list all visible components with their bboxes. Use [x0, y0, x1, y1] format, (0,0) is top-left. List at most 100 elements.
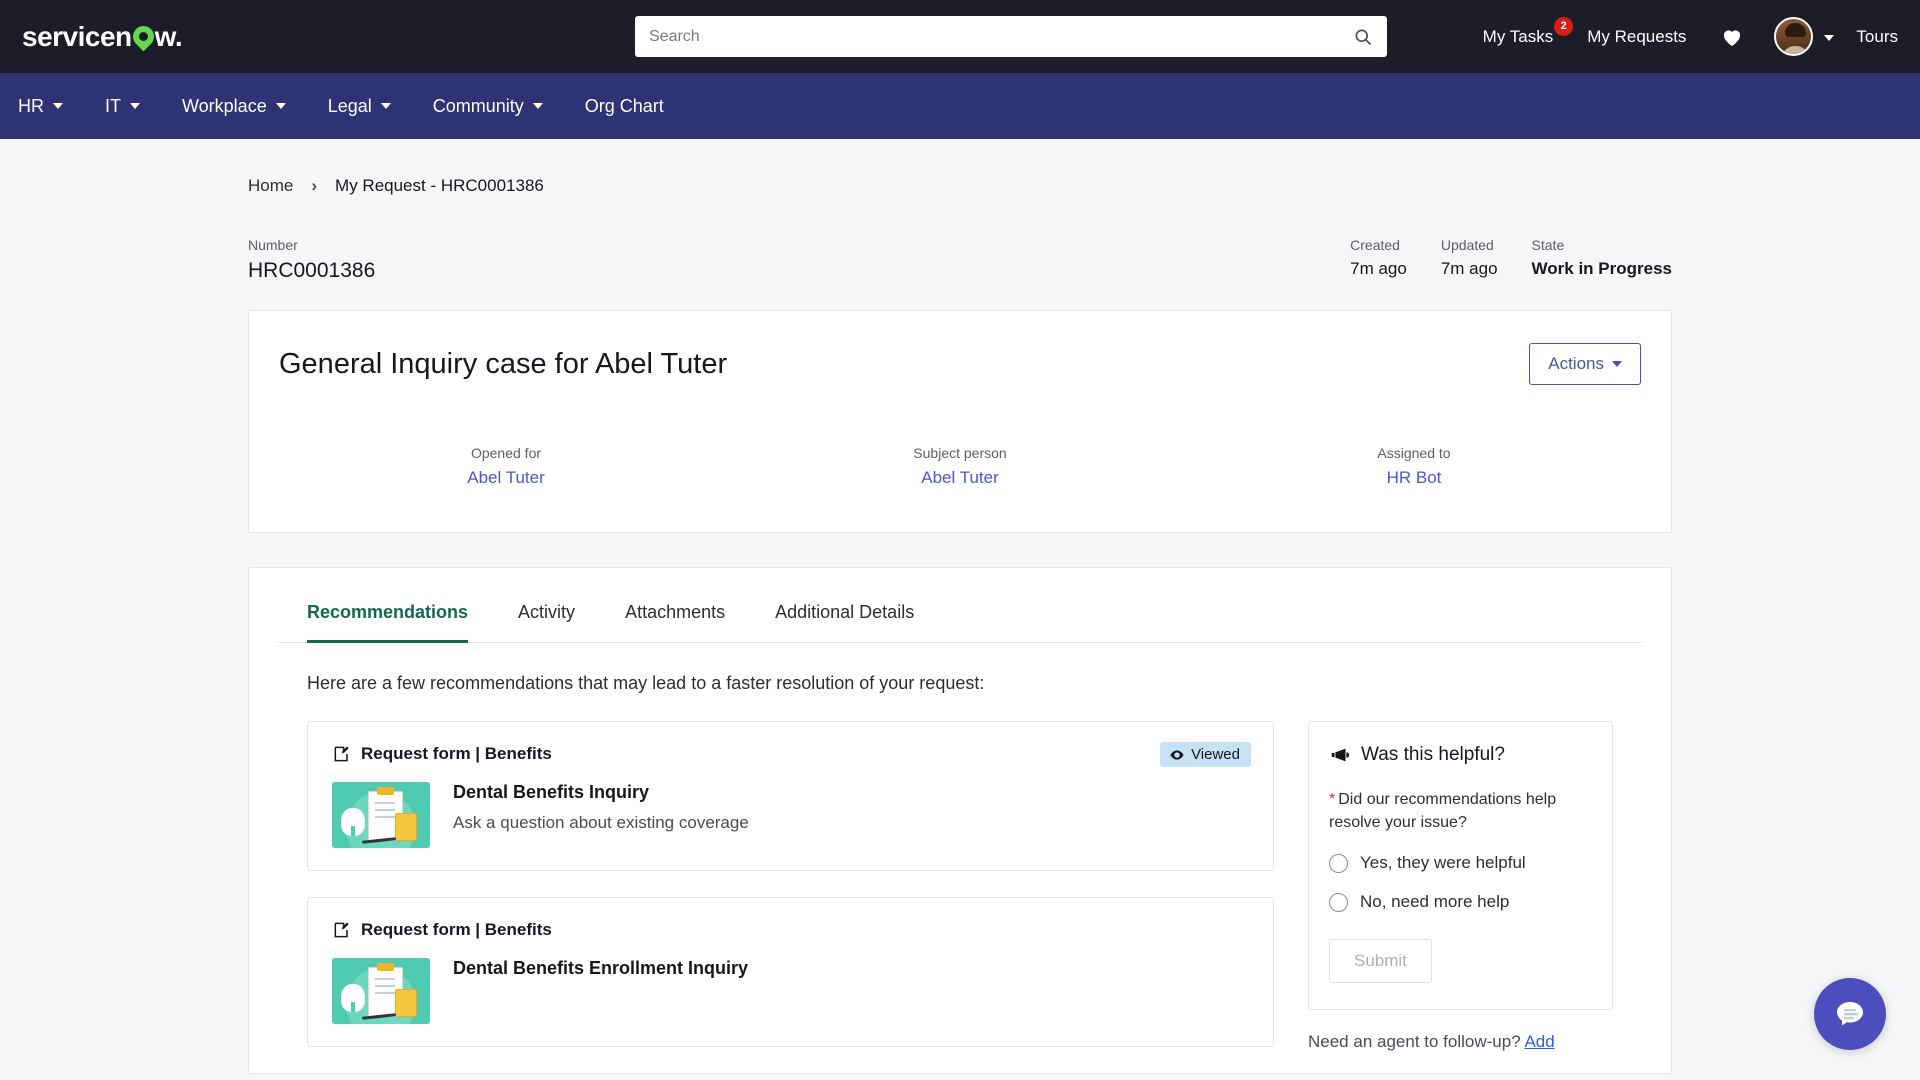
search-icon[interactable] — [1353, 27, 1373, 47]
radio-option-no[interactable]: No, need more help — [1329, 892, 1592, 912]
recommendations-list: Request form | Benefits Viewed Dental Be… — [307, 721, 1274, 1073]
page-body: Home › My Request - HRC0001386 Number HR… — [0, 139, 1920, 1074]
page-title: General Inquiry case for Abel Tuter — [279, 347, 728, 380]
rec-title[interactable]: Dental Benefits Enrollment Inquiry — [453, 958, 748, 979]
submit-button[interactable]: Submit — [1329, 939, 1432, 984]
chevron-down-icon — [1612, 361, 1622, 367]
tab-strip: Recommendations Activity Attachments Add… — [277, 568, 1643, 643]
dental-benefits-thumbnail — [332, 782, 430, 848]
case-title-row: General Inquiry case for Abel Tuter Acti… — [279, 343, 1641, 385]
nav-item-hr[interactable]: HR — [18, 96, 63, 117]
state-block: State Work in Progress — [1532, 237, 1672, 279]
radio-yes-icon[interactable] — [1329, 853, 1348, 873]
my-tasks-link[interactable]: My Tasks 2 — [1482, 16, 1574, 47]
rec-description: Ask a question about existing coverage — [453, 813, 749, 832]
my-requests-link[interactable]: My Requests — [1587, 27, 1686, 47]
radio-no-label: No, need more help — [1360, 892, 1510, 912]
helpful-column: Was this helpful? * Did our recommendatio… — [1308, 721, 1613, 1073]
header-right-group: My Tasks 2 My Requests Tours — [1483, 0, 1898, 73]
viewed-label: Viewed — [1191, 746, 1240, 763]
top-header: servicenw. My Tasks 2 My Requests Tours — [0, 0, 1920, 73]
search-input[interactable] — [649, 27, 1353, 46]
my-requests-label: My Requests — [1587, 26, 1687, 46]
chevron-down-icon — [275, 103, 286, 109]
subject-person-field: Subject person Abel Tuter — [733, 445, 1187, 488]
dental-benefits-thumbnail — [332, 958, 430, 1024]
tab-activity[interactable]: Activity — [518, 569, 575, 643]
updated-block: Updated 7m ago — [1441, 237, 1498, 279]
record-meta-row: Number HRC0001386 Created 7m ago Updated… — [0, 196, 1920, 283]
opened-for-value[interactable]: Abel Tuter — [279, 468, 733, 488]
chevron-down-icon — [380, 103, 391, 109]
recommendations-intro: Here are a few recommendations that may … — [307, 673, 985, 693]
my-tasks-label: My Tasks — [1482, 26, 1554, 46]
request-form-icon — [334, 746, 349, 762]
primary-nav: HR IT Workplace Legal Community Org Char… — [0, 73, 1920, 139]
assigned-to-value[interactable]: HR Bot — [1187, 468, 1641, 488]
nav-item-org-chart[interactable]: Org Chart — [585, 96, 664, 117]
breadcrumb: Home › My Request - HRC0001386 — [0, 139, 1920, 196]
nav-item-workplace[interactable]: Workplace — [182, 96, 286, 117]
followup-text: Need an agent to follow-up? — [1308, 1032, 1521, 1052]
nav-item-label: HR — [18, 95, 44, 116]
helpful-question-text: Did our recommendations help resolve you… — [1329, 791, 1557, 832]
subject-person-label: Subject person — [913, 445, 1007, 461]
radio-yes-label: Yes, they were helpful — [1360, 853, 1526, 873]
rec-kicker-row: Request form | Benefits — [332, 744, 1249, 764]
nav-item-it[interactable]: IT — [105, 96, 140, 117]
rec-kicker-label: Request form | Benefits — [361, 744, 552, 763]
servicenow-logo[interactable]: servicen w. — [22, 20, 183, 53]
recommendations-layout: Request form | Benefits Viewed Dental Be… — [307, 721, 1613, 1073]
required-marker: * — [1329, 791, 1336, 808]
status-badge: Viewed — [1160, 742, 1251, 767]
case-people-row: Opened for Abel Tuter Subject person Abe… — [279, 445, 1641, 488]
radio-no-icon[interactable] — [1329, 892, 1348, 912]
rec-content: Dental Benefits Inquiry Ask a question a… — [332, 782, 1249, 848]
chevron-down-icon — [532, 103, 543, 109]
search-box[interactable] — [635, 16, 1387, 57]
my-tasks-badge: 2 — [1554, 16, 1574, 36]
actions-button[interactable]: Actions — [1529, 343, 1641, 385]
list-item[interactable]: Request form | Benefits Viewed Dental Be… — [307, 721, 1274, 871]
chevron-down-icon — [130, 103, 140, 109]
subject-person-value[interactable]: Abel Tuter — [733, 468, 1187, 488]
helpful-title-label: Was this helpful? — [1361, 744, 1505, 765]
radio-option-yes[interactable]: Yes, they were helpful — [1329, 853, 1592, 873]
nav-item-community[interactable]: Community — [433, 96, 543, 117]
created-value: 7m ago — [1350, 259, 1407, 278]
breadcrumb-home[interactable]: Home — [248, 176, 293, 196]
add-agent-link[interactable]: Add — [1524, 1032, 1554, 1051]
was-this-helpful-panel: Was this helpful? * Did our recommendatio… — [1308, 721, 1613, 1011]
assigned-to-field: Assigned to HR Bot — [1187, 445, 1641, 488]
opened-for-label: Opened for — [470, 445, 542, 461]
chat-launcher-button[interactable] — [1814, 978, 1886, 1050]
created-label: Created — [1350, 237, 1400, 253]
avatar[interactable] — [1774, 17, 1814, 56]
tab-recommendations[interactable]: Recommendations — [307, 569, 469, 643]
tours-link[interactable]: Tours — [1856, 27, 1898, 47]
nav-item-label: Legal — [327, 95, 372, 116]
rec-title[interactable]: Dental Benefits Inquiry — [453, 782, 749, 803]
breadcrumb-separator-icon: › — [311, 176, 318, 195]
chevron-down-icon[interactable] — [1824, 28, 1835, 46]
tab-additional-details[interactable]: Additional Details — [775, 569, 914, 643]
created-block: Created 7m ago — [1350, 237, 1407, 279]
nav-item-legal[interactable]: Legal — [328, 96, 391, 117]
nav-item-label: Org Chart — [584, 95, 664, 116]
heart-icon[interactable] — [1720, 25, 1744, 49]
actions-button-label: Actions — [1548, 354, 1604, 373]
helpful-title-row: Was this helpful? — [1329, 744, 1592, 766]
logo-o-glyph — [128, 21, 158, 51]
nav-item-label: Workplace — [182, 95, 267, 116]
tab-attachments[interactable]: Attachments — [625, 569, 725, 643]
meta-right-group: Created 7m ago Updated 7m ago State Work… — [1316, 237, 1672, 279]
request-form-icon — [334, 922, 349, 938]
breadcrumb-current: My Request - HRC0001386 — [335, 176, 544, 195]
chevron-down-icon — [53, 103, 63, 109]
nav-item-label: Community — [432, 95, 524, 116]
search-container — [635, 16, 1387, 57]
list-item[interactable]: Request form | Benefits Dental Benefits … — [307, 897, 1274, 1047]
updated-label: Updated — [1440, 237, 1494, 253]
logo-text: servicen w. — [22, 20, 183, 52]
number-label: Number — [248, 237, 298, 253]
